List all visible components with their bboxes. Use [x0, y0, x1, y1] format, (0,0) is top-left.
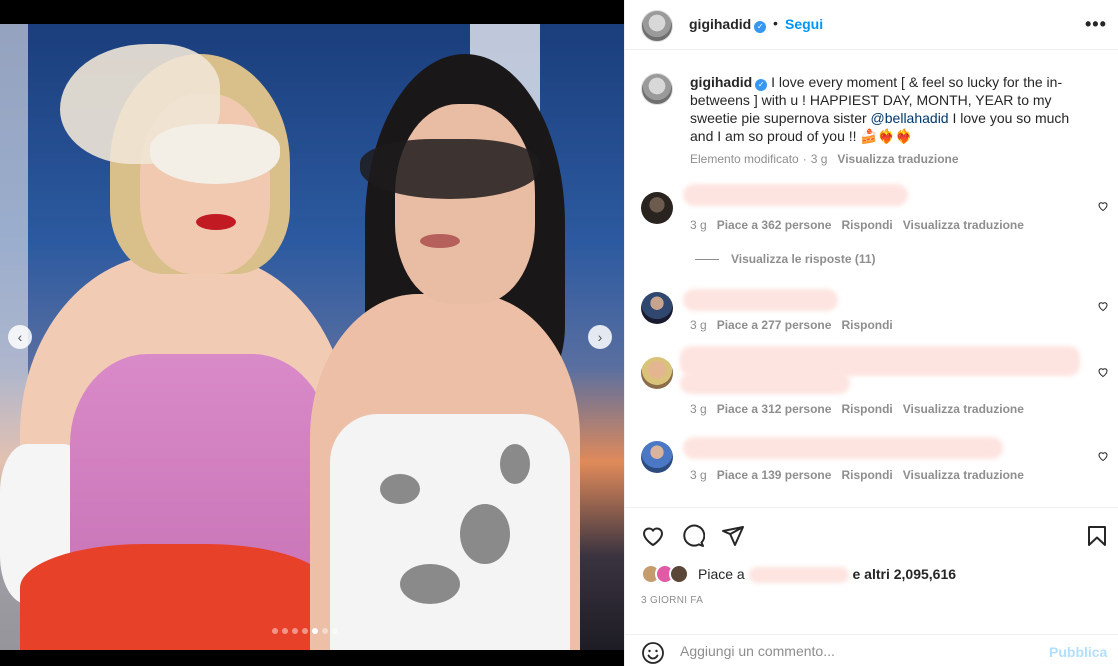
post-photo[interactable]	[0, 24, 624, 650]
likes-text[interactable]: Piace a e altri 2,095,616	[698, 566, 957, 584]
reply-button[interactable]: Rispondi	[841, 468, 892, 482]
photo-paint-splash	[460, 504, 510, 564]
slide-dot	[312, 628, 318, 634]
photo-paint-splash	[380, 474, 420, 504]
comment-time[interactable]: 3 g	[690, 218, 707, 232]
comment-time[interactable]: 3 g	[690, 318, 707, 332]
like-comment-heart-icon[interactable]	[1097, 450, 1109, 462]
slide-dot	[282, 628, 288, 634]
chevron-left-icon: ‹	[17, 329, 23, 345]
caption-meta: Elemento modificato · 3 g Visualizza traduz…	[690, 152, 969, 166]
caption-username[interactable]: gigihadid	[690, 74, 752, 90]
likes-others-label: e altri	[852, 566, 890, 582]
photo-paint-splash	[400, 564, 460, 604]
slide-dot	[302, 628, 308, 634]
photo-lips-right	[420, 234, 460, 248]
slide-indicator	[272, 628, 338, 634]
comment-avatar[interactable]	[641, 441, 673, 473]
publish-button[interactable]: Pubblica	[1049, 644, 1107, 660]
like-heart-icon[interactable]	[641, 524, 665, 548]
edited-label: Elemento modificato	[690, 152, 799, 166]
chevron-right-icon: ›	[597, 329, 603, 345]
like-comment-heart-icon[interactable]	[1097, 366, 1109, 378]
more-options-icon[interactable]: •••	[1085, 14, 1107, 35]
share-send-icon[interactable]	[721, 524, 745, 548]
reply-button[interactable]: Rispondi	[841, 318, 892, 332]
verified-badge-icon: ✓	[755, 79, 768, 91]
comment-avatar[interactable]	[641, 192, 673, 224]
like-comment-heart-icon[interactable]	[1097, 300, 1109, 312]
post-timestamp[interactable]: 3 GIORNI FA	[641, 595, 703, 606]
follow-button[interactable]: Segui	[785, 16, 823, 32]
comment-time[interactable]: 3 g	[690, 402, 707, 416]
likes-prefix: Piace a	[698, 566, 745, 582]
comment-avatar[interactable]	[641, 357, 673, 389]
comment-bubble-icon[interactable]	[681, 524, 705, 548]
translate-comment-button[interactable]: Visualizza traduzione	[903, 468, 1024, 482]
photo-white-lace-mask	[150, 124, 280, 184]
translate-caption-button[interactable]: Visualizza traduzione	[837, 152, 958, 166]
translate-comment-button[interactable]: Visualizza traduzione	[903, 402, 1024, 416]
comment-meta: 3 g Piace a 277 persone Rispondi	[690, 318, 903, 332]
comment-likes[interactable]: Piace a 139 persone	[717, 468, 832, 482]
reply-button[interactable]: Rispondi	[841, 402, 892, 416]
redacted-comment-text	[683, 437, 1003, 459]
comment-time[interactable]: 3 g	[690, 468, 707, 482]
likes-count: 2,095,616	[893, 566, 957, 582]
meta-separator: ·	[802, 152, 807, 166]
photo-black-lace-mask	[360, 139, 540, 199]
comment-likes[interactable]: Piace a 277 persone	[717, 318, 832, 332]
translate-comment-button[interactable]: Visualizza traduzione	[903, 218, 1024, 232]
replies-line	[695, 259, 719, 261]
redacted-comment-text	[680, 372, 850, 394]
comment-meta: 3 g Piace a 312 persone Rispondi Visualizza…	[690, 402, 1034, 416]
slide-dot	[322, 628, 328, 634]
photo-person-right-face	[395, 104, 535, 304]
redacted-comment-text	[683, 289, 838, 311]
post-action-bar	[625, 507, 1118, 559]
redacted-comment-text	[683, 184, 908, 206]
author-username[interactable]: gigihadid ✓	[689, 16, 767, 33]
comment-likes[interactable]: Piace a 362 persone	[717, 218, 832, 232]
verified-badge-icon: ✓	[754, 21, 767, 33]
post-header: gigihadid ✓ • Segui •••	[625, 0, 1118, 50]
slide-dot	[292, 628, 298, 634]
reply-button[interactable]: Rispondi	[841, 218, 892, 232]
previous-slide-button[interactable]: ‹	[8, 325, 32, 349]
comment-likes[interactable]: Piace a 312 persone	[717, 402, 832, 416]
post-caption: gigihadid ✓ I love every moment [ & feel …	[690, 73, 1090, 145]
slide-dot	[332, 628, 338, 634]
username-text[interactable]: gigihadid	[689, 16, 751, 32]
post-side-panel: gigihadid ✓ • Segui ••• gigihadid ✓ I love…	[624, 0, 1118, 666]
comment-meta: 3 g Piace a 362 persone Rispondi Visualizza…	[690, 218, 1034, 232]
liker-avatar	[669, 564, 689, 584]
like-comment-heart-icon[interactable]	[1097, 200, 1109, 212]
view-replies-label[interactable]: Visualizza le risposte (11)	[731, 252, 876, 266]
photo-white-corset	[330, 414, 570, 650]
photo-lips-left	[196, 214, 236, 230]
separator-dot: •	[773, 15, 778, 31]
add-comment-bar: Pubblica	[625, 634, 1118, 666]
comment-avatar[interactable]	[641, 292, 673, 324]
emoji-smiley-icon[interactable]	[641, 641, 665, 665]
caption-mention-link[interactable]: @bellahadid	[871, 110, 949, 126]
save-bookmark-icon[interactable]	[1085, 524, 1109, 548]
photo-red-skirt	[20, 544, 330, 650]
comment-input[interactable]	[680, 643, 1040, 659]
photo-paint-splash	[500, 444, 530, 484]
post-media: ‹ ›	[0, 0, 624, 666]
avatar[interactable]	[641, 10, 673, 42]
comment-meta: 3 g Piace a 139 persone Rispondi Visualizza…	[690, 468, 1034, 482]
slide-dot	[272, 628, 278, 634]
view-replies-button[interactable]: Visualizza le risposte (11)	[695, 252, 876, 266]
next-slide-button[interactable]: ›	[588, 325, 612, 349]
caption-avatar[interactable]	[641, 73, 673, 105]
redacted-liker-name	[748, 567, 849, 584]
instagram-post-view: ‹ › gigihadid ✓ • Segui ••• gigihadid ✓ I …	[0, 0, 1118, 666]
caption-time[interactable]: 3 g	[811, 152, 828, 166]
